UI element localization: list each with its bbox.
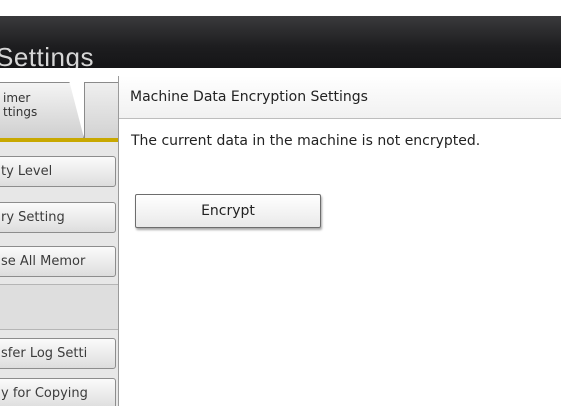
sidebar-item-label: y for Copying — [1, 386, 88, 401]
sidebar: ty Level ry Setting se All Memor sfer Lo… — [0, 142, 118, 406]
sidebar-item-label: ty Level — [1, 164, 53, 179]
sidebar-item-transfer-log-setting[interactable]: sfer Log Setti — [0, 338, 116, 369]
sidebar-item-erase-all-memory[interactable]: se All Memor — [0, 246, 116, 277]
sidebar-item-security-level[interactable]: ty Level — [0, 156, 116, 187]
sidebar-item-key-setting[interactable]: ry Setting — [0, 202, 116, 233]
sidebar-item-label: sfer Log Setti — [1, 346, 88, 361]
encryption-dialog: Machine Data Encryption Settings The cur… — [118, 76, 561, 406]
sidebar-item-label: ry Setting — [1, 210, 65, 225]
sidebar-item-for-copying[interactable]: y for Copying — [0, 378, 116, 406]
dialog-title: Machine Data Encryption Settings — [130, 89, 368, 105]
sidebar-empty-slot — [0, 284, 118, 330]
sidebar-item-label: se All Memor — [1, 254, 86, 269]
dialog-title-bar: Machine Data Encryption Settings — [119, 76, 561, 119]
header-bar: Settings — [0, 16, 561, 72]
tab-label: imer ttings — [3, 91, 38, 119]
encrypt-button[interactable]: Encrypt — [135, 194, 321, 228]
tab-timer-settings[interactable]: imer ttings — [0, 82, 84, 138]
status-message: The current data in the machine is not e… — [131, 133, 481, 149]
settings-screen: Settings imer ttings ty Level ry Setting… — [0, 0, 561, 406]
